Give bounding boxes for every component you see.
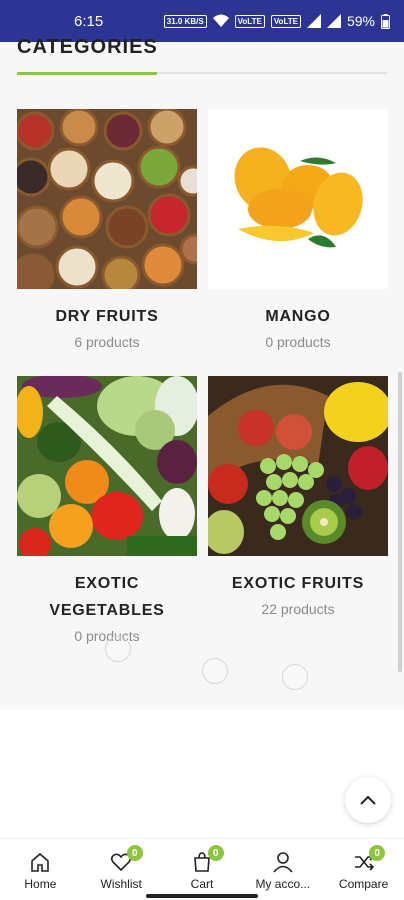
nav-cart-label: Cart <box>190 877 214 891</box>
mango-image[interactable] <box>208 109 388 289</box>
touch-ring <box>105 636 131 662</box>
category-name-line-2: VEGETABLES <box>49 602 165 619</box>
home-indicator[interactable] <box>146 894 258 898</box>
category-name[interactable]: DRY FRUITS <box>17 303 197 330</box>
category-name[interactable]: EXOTIC FRUITS <box>208 570 388 597</box>
signal-1-icon <box>306 14 321 28</box>
categories-section: CATEGORIES DRY FRUITS 6 products MANGO 0… <box>0 36 404 710</box>
battery-icon <box>381 13 390 29</box>
wishlist-badge: 0 <box>126 845 143 861</box>
battery-percent: 59% <box>346 13 375 29</box>
dry-fruits-image[interactable] <box>17 109 197 289</box>
touch-ring <box>202 658 228 684</box>
exotic-fruits-image[interactable] <box>208 376 388 556</box>
nav-account-label: My acco... <box>255 877 311 891</box>
nav-compare-label: Compare <box>338 877 389 891</box>
nav-account[interactable]: My acco... <box>242 839 323 900</box>
category-card-exotic-vegetables[interactable]: EXOTIC VEGETABLES 0 products <box>17 376 197 644</box>
title-divider-accent <box>17 72 157 75</box>
home-icon <box>31 852 50 872</box>
network-speed: 31.0 KB/S <box>163 14 207 28</box>
nav-cart[interactable]: 0 Cart <box>162 839 243 900</box>
compare-badge: 0 <box>369 845 386 861</box>
nav-wishlist-label: Wishlist <box>100 877 142 891</box>
volte-2-indicator: VoLTE <box>270 14 301 28</box>
nav-wishlist[interactable]: 0 Wishlist <box>81 839 162 900</box>
nav-compare[interactable]: 0 Compare <box>323 839 404 900</box>
chevron-up-icon <box>360 795 376 805</box>
category-count: 22 products <box>261 601 335 617</box>
volte-1-indicator: VoLTE <box>234 14 265 28</box>
cart-badge: 0 <box>207 845 224 861</box>
touch-ring <box>282 664 308 690</box>
category-card-exotic-fruits[interactable]: EXOTIC FRUITS 22 products <box>208 376 388 617</box>
bottom-navigation: Home 0 Wishlist 0 Cart My acco... 0 Comp… <box>0 838 404 900</box>
section-title: CATEGORIES <box>17 36 158 58</box>
wifi-icon <box>212 14 229 27</box>
category-card-mango[interactable]: MANGO 0 products <box>208 109 388 350</box>
category-count: 6 products <box>74 334 140 350</box>
category-name[interactable]: MANGO <box>208 303 388 330</box>
user-icon <box>273 852 293 873</box>
nav-home-label: Home <box>24 877 57 891</box>
exotic-vegetables-image[interactable] <box>17 376 197 556</box>
status-time: 6:15 <box>74 12 104 30</box>
category-name[interactable]: EXOTIC VEGETABLES <box>17 570 197 624</box>
scrollbar[interactable] <box>398 372 402 672</box>
signal-2-icon <box>326 14 341 28</box>
category-card-dry-fruits[interactable]: DRY FRUITS 6 products <box>17 109 197 350</box>
category-name-line-1: EXOTIC <box>74 575 140 592</box>
category-count: 0 products <box>265 334 331 350</box>
nav-home[interactable]: Home <box>0 839 81 900</box>
status-icons: 31.0 KB/S VoLTE VoLTE 59% <box>163 13 390 29</box>
scroll-to-top-button[interactable] <box>345 777 391 823</box>
